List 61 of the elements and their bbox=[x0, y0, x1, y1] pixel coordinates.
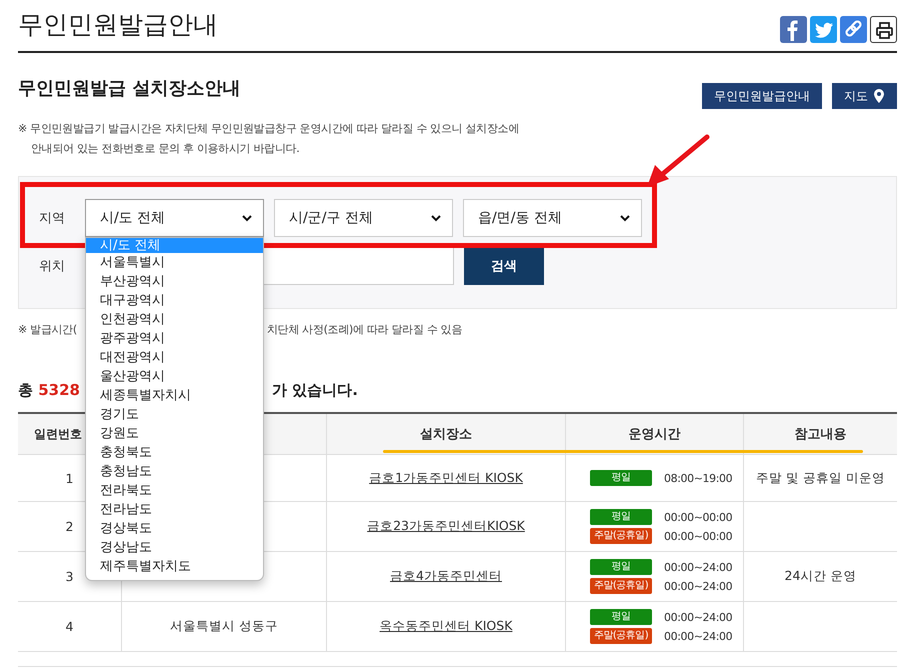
print-button[interactable] bbox=[870, 16, 897, 43]
notice-text: ※ 무인민원발급기 발급시간은 자치단체 무인민원발급창구 운영시간에 따라 달라질 수 있으니 설치장소에 bbox=[18, 121, 520, 136]
dropdown-option[interactable]: 전라남도 bbox=[86, 500, 263, 519]
dropdown-option[interactable]: 울산광역시 bbox=[86, 367, 263, 386]
table-cell: 서울특별시 성동구 bbox=[122, 602, 326, 652]
dropdown-option[interactable]: 인천광역시 bbox=[86, 310, 263, 329]
weekday-badge: 평일 bbox=[590, 559, 652, 575]
region-select[interactable]: 시/도 전체 bbox=[85, 198, 264, 236]
region-select[interactable]: 시/군/구 전체 bbox=[274, 198, 453, 236]
dropdown-option[interactable]: 대구광역시 bbox=[86, 291, 263, 310]
guide-button[interactable]: 무인민원발급안내 bbox=[702, 83, 822, 109]
column-header: 참고내용 bbox=[744, 413, 897, 454]
dropdown-option[interactable]: 전라북도 bbox=[86, 481, 263, 500]
hours-note: ※ 발급시간( bbox=[18, 322, 77, 337]
location-link[interactable]: 금호23가동주민센터KIOSK bbox=[367, 518, 525, 533]
twitter-button[interactable] bbox=[810, 16, 837, 43]
chevron-down-icon bbox=[619, 212, 631, 222]
arrow-icon bbox=[647, 134, 710, 187]
time-text: 00:00~24:00 bbox=[664, 610, 732, 624]
dropdown-option[interactable]: 경상남도 bbox=[86, 538, 263, 557]
time-text: 00:00~24:00 bbox=[664, 560, 732, 574]
result-count: 총 5328 bbox=[18, 381, 80, 400]
column-header: 설치장소 bbox=[326, 413, 566, 454]
section-title: 무인민원발급 설치장소안내 bbox=[18, 77, 240, 100]
dropdown-option[interactable]: 경상북도 bbox=[86, 519, 263, 538]
weekday-badge: 평일 bbox=[590, 470, 652, 486]
notice-text: 안내되어 있는 전화번호로 문의 후 이용하시기 바랍니다. bbox=[30, 141, 300, 156]
facebook-button[interactable] bbox=[780, 16, 807, 43]
dropdown-option[interactable]: 세종특별자치시 bbox=[86, 386, 263, 405]
location-link[interactable]: 옥수동주민센터 KIOSK bbox=[380, 618, 512, 633]
page-title: 무인민원발급안내 bbox=[18, 9, 218, 41]
region-label: 지역 bbox=[38, 210, 66, 226]
dropdown-option[interactable]: 부산광역시 bbox=[86, 272, 263, 291]
time-text: 08:00~19:00 bbox=[664, 472, 732, 484]
weekday-badge: 평일 bbox=[590, 509, 652, 525]
dropdown-option[interactable]: 광주광역시 bbox=[86, 329, 263, 348]
dropdown-option[interactable]: 서울특별시 bbox=[86, 253, 263, 272]
time-text: 00:00~24:00 bbox=[664, 580, 732, 592]
weekend-badge: 주말(공휴일) bbox=[590, 528, 652, 544]
dropdown-option[interactable]: 충청남도 bbox=[86, 462, 263, 481]
hours-note: 치단체 사정(조례)에 따라 달라질 수 있음 bbox=[266, 322, 462, 337]
chevron-down-icon bbox=[241, 212, 253, 222]
weekend-badge: 주말(공휴일) bbox=[590, 578, 652, 594]
map-pin-icon bbox=[873, 88, 885, 104]
link-button[interactable] bbox=[840, 16, 867, 43]
search-button[interactable]: 검색 bbox=[464, 246, 544, 285]
location-label: 위치 bbox=[38, 258, 66, 274]
region-select[interactable]: 읍/면/동 전체 bbox=[463, 198, 642, 236]
weekday-badge: 평일 bbox=[590, 609, 652, 625]
table-cell: 4 bbox=[18, 602, 122, 652]
time-text: 00:00~00:00 bbox=[664, 510, 732, 524]
time-text: 00:00~24:00 bbox=[664, 630, 732, 642]
dropdown-option[interactable]: 제주특별자치도 bbox=[86, 557, 263, 576]
map-button[interactable]: 지도 bbox=[832, 83, 897, 109]
location-link[interactable]: 금호4가동주민센터 bbox=[390, 568, 502, 583]
result-count: 가 있습니다. bbox=[272, 381, 358, 400]
column-header: 운영시간 bbox=[566, 413, 744, 454]
chevron-down-icon bbox=[430, 212, 442, 222]
weekend-badge: 주말(공휴일) bbox=[590, 628, 652, 644]
time-text: 00:00~00:00 bbox=[664, 530, 732, 542]
dropdown-option[interactable]: 대전광역시 bbox=[86, 348, 263, 367]
